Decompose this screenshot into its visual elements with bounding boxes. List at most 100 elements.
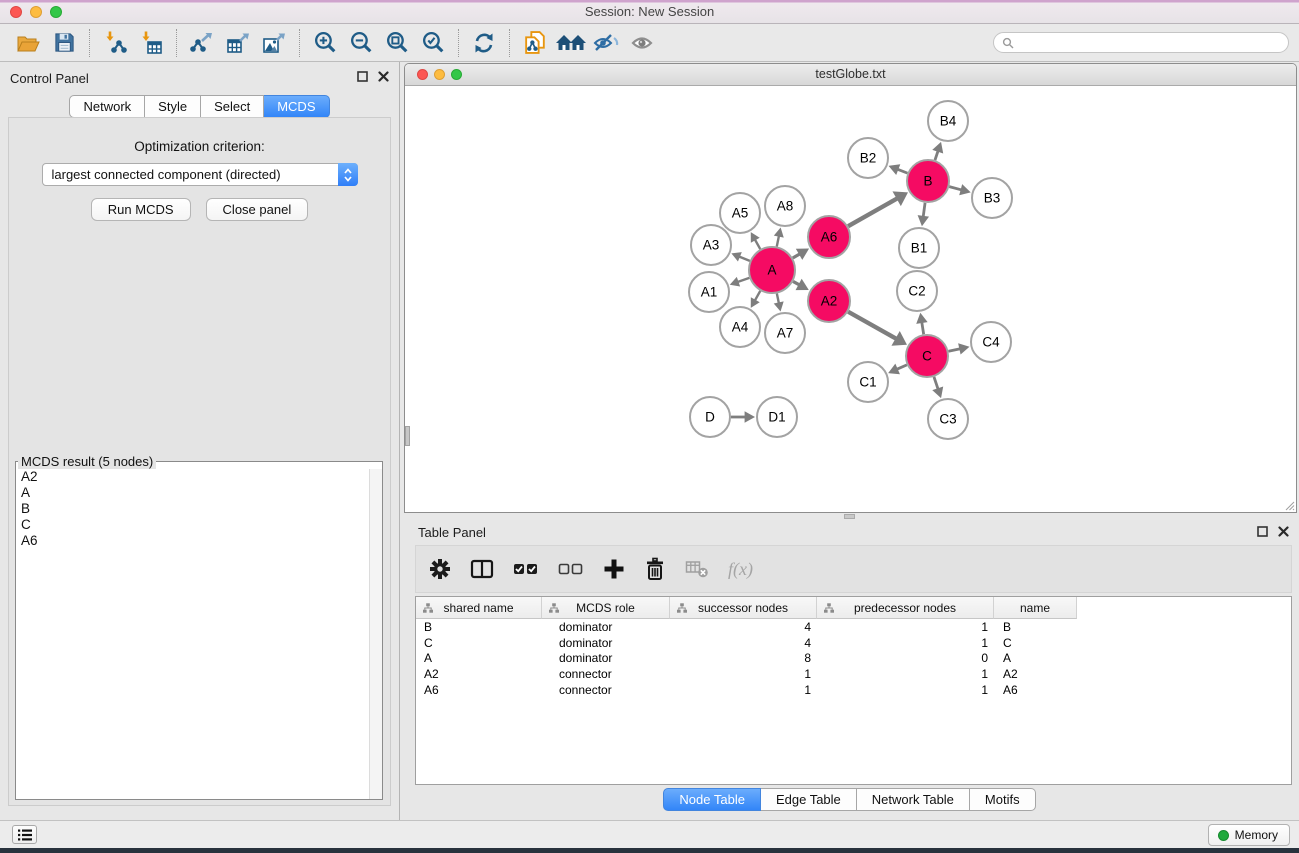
- graph-node-A1[interactable]: A1: [689, 272, 729, 312]
- graph-node-B[interactable]: B: [907, 160, 949, 202]
- graph-node-A8[interactable]: A8: [765, 186, 805, 226]
- graph-edge-C-C3[interactable]: [934, 377, 938, 389]
- settings-gear-icon[interactable]: [429, 558, 451, 580]
- close-panel-icon[interactable]: [378, 71, 389, 82]
- hide-panel-button[interactable]: [589, 27, 625, 59]
- graph-node-C1[interactable]: C1: [848, 362, 888, 402]
- column-header-predecessor-nodes[interactable]: predecessor nodes: [817, 597, 994, 619]
- graph-edge-A-A3[interactable]: [739, 256, 750, 260]
- graph-node-B3[interactable]: B3: [972, 178, 1012, 218]
- graph-node-C2[interactable]: C2: [897, 271, 937, 311]
- graph-node-A3[interactable]: A3: [691, 225, 731, 265]
- select-all-icon[interactable]: [513, 558, 539, 580]
- table-row-a6[interactable]: A6connector11A6: [416, 682, 1291, 698]
- table-cell[interactable]: 1: [817, 636, 994, 650]
- unselect-all-icon[interactable]: [558, 558, 584, 580]
- table-cell[interactable]: B: [416, 620, 542, 634]
- graph-node-D1[interactable]: D1: [757, 397, 797, 437]
- result-item-a2[interactable]: A2: [16, 469, 382, 485]
- add-row-icon[interactable]: [603, 558, 625, 580]
- graph-node-A7[interactable]: A7: [765, 313, 805, 353]
- table-row-a[interactable]: Adominator80A: [416, 651, 1291, 667]
- canvas-mini-scrollbar[interactable]: [405, 426, 410, 446]
- table-cell[interactable]: 1: [817, 620, 994, 634]
- import-table-button[interactable]: [133, 27, 169, 59]
- graph-edge-C-C1[interactable]: [897, 365, 907, 369]
- graph-node-A[interactable]: A: [749, 247, 795, 293]
- run-mcds-button[interactable]: Run MCDS: [91, 198, 191, 221]
- export-table-button[interactable]: [220, 27, 256, 59]
- zoom-out-button[interactable]: [343, 27, 379, 59]
- column-header-shared-name[interactable]: shared name: [416, 597, 542, 619]
- float-panel-icon[interactable]: [357, 71, 368, 82]
- tab-select[interactable]: Select: [201, 95, 264, 118]
- homes-button[interactable]: [553, 27, 589, 59]
- refresh-button[interactable]: [466, 27, 502, 59]
- graph-edge-A-A4[interactable]: [755, 291, 760, 301]
- table-cell[interactable]: dominator: [542, 620, 670, 634]
- graph-edge-A-A7[interactable]: [777, 294, 779, 304]
- table-cell[interactable]: C: [994, 636, 1077, 650]
- graph-edge-A2-C[interactable]: [848, 312, 896, 339]
- show-panel-button[interactable]: [625, 27, 661, 59]
- zoom-in-button[interactable]: [307, 27, 343, 59]
- result-list-scrollbar[interactable]: [369, 469, 382, 799]
- new-network-from-selection-button[interactable]: [517, 27, 553, 59]
- table-row-c[interactable]: Cdominator41C: [416, 635, 1291, 651]
- table-cell[interactable]: A: [416, 651, 542, 665]
- table-cell[interactable]: C: [416, 636, 542, 650]
- delete-table-icon[interactable]: [685, 559, 709, 579]
- close-panel-button[interactable]: Close panel: [206, 198, 309, 221]
- search-box[interactable]: [993, 32, 1289, 53]
- table-cell[interactable]: dominator: [542, 636, 670, 650]
- network-window-titlebar[interactable]: testGlobe.txt: [405, 64, 1296, 86]
- zoom-selected-button[interactable]: [415, 27, 451, 59]
- table-cell[interactable]: A6: [416, 683, 542, 697]
- criterion-dropdown[interactable]: largest connected component (directed): [42, 163, 358, 186]
- table-row-a2[interactable]: A2connector11A2: [416, 666, 1291, 682]
- table-cell[interactable]: 1: [817, 683, 994, 697]
- function-builder-button[interactable]: f(x): [728, 559, 753, 580]
- graph-edge-A6-B[interactable]: [848, 198, 897, 226]
- column-header-successor-nodes[interactable]: successor nodes: [670, 597, 817, 619]
- graph-edge-A-A8[interactable]: [777, 236, 779, 247]
- graph-edge-B-B2[interactable]: [897, 169, 907, 173]
- table-cell[interactable]: A: [994, 651, 1077, 665]
- graph-edge-A-A2[interactable]: [793, 281, 799, 284]
- table-cell[interactable]: 1: [670, 667, 817, 681]
- graph-edge-B-B1[interactable]: [923, 203, 925, 217]
- graph-node-D[interactable]: D: [690, 397, 730, 437]
- table-cell[interactable]: 1: [817, 667, 994, 681]
- column-header-mcds-role[interactable]: MCDS role: [542, 597, 670, 619]
- graph-edge-B-B4[interactable]: [935, 151, 938, 160]
- table-cell[interactable]: A6: [994, 683, 1077, 697]
- result-item-a6[interactable]: A6: [16, 533, 382, 549]
- graph-edge-A-A5[interactable]: [755, 239, 760, 249]
- tab-style[interactable]: Style: [145, 95, 201, 118]
- graph-edge-C-C2[interactable]: [922, 322, 924, 334]
- show-column-icon[interactable]: [470, 558, 494, 580]
- export-network-button[interactable]: [184, 27, 220, 59]
- table-cell[interactable]: 1: [670, 683, 817, 697]
- table-cell[interactable]: 4: [670, 620, 817, 634]
- table-cell[interactable]: A2: [994, 667, 1077, 681]
- task-history-button[interactable]: [12, 825, 37, 844]
- table-cell[interactable]: A2: [416, 667, 542, 681]
- table-cell[interactable]: B: [994, 620, 1077, 634]
- table-cell[interactable]: dominator: [542, 651, 670, 665]
- tab-network-table[interactable]: Network Table: [857, 788, 970, 811]
- column-header-name[interactable]: name: [994, 597, 1077, 619]
- delete-row-trash-icon[interactable]: [644, 557, 666, 581]
- graph-node-B1[interactable]: B1: [899, 228, 939, 268]
- open-session-button[interactable]: [10, 27, 46, 59]
- graph-edge-B-B3[interactable]: [949, 187, 961, 190]
- table-cell[interactable]: connector: [542, 683, 670, 697]
- memory-button[interactable]: Memory: [1208, 824, 1290, 846]
- graph-node-B4[interactable]: B4: [928, 101, 968, 141]
- graph-node-C3[interactable]: C3: [928, 399, 968, 439]
- tab-motifs[interactable]: Motifs: [970, 788, 1036, 811]
- graph-edge-C-C4[interactable]: [948, 349, 960, 352]
- close-table-panel-icon[interactable]: [1278, 526, 1289, 537]
- graph-edge-A-A6[interactable]: [793, 254, 800, 258]
- import-network-button[interactable]: [97, 27, 133, 59]
